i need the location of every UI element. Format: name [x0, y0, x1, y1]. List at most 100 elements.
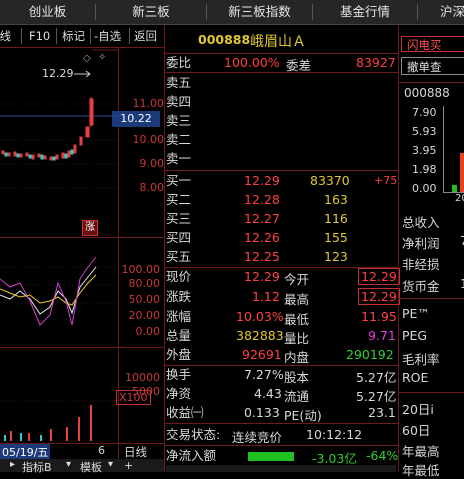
divider: [399, 392, 464, 393]
pe-label: PE(动): [284, 408, 322, 423]
stock-name: 峨眉山Ａ: [250, 34, 306, 50]
cancel-order-button[interactable]: 撤单查: [401, 57, 464, 75]
buy3-volume: 116: [324, 211, 348, 226]
net-inflow-pct: -64%: [366, 448, 399, 463]
mini-chart-year: 20: [455, 193, 464, 204]
chart-bottom-tabs: ▸ 指标B ▾ 模板 ▾ +: [0, 459, 164, 475]
year-high-label: 年最高: [402, 444, 440, 459]
kdj-indicator-lines: [0, 256, 118, 326]
date-number: 6: [98, 444, 105, 457]
price-label: 现价: [166, 269, 192, 284]
turnover-value: 7.27%: [244, 367, 284, 382]
pe-ttm-label: PE™: [402, 306, 430, 321]
volume-ratio-label: 量比: [284, 331, 310, 346]
kline-chart-panel[interactable]: ◇ ✧ 12.29 11.00 10.22 10.00 9.00 8.00 涨 …: [0, 47, 165, 475]
divider: [165, 53, 398, 54]
dropdown-icon[interactable]: ▾: [66, 459, 71, 470]
sell4-label: 卖四: [166, 94, 192, 109]
net-inflow-bar: [248, 452, 294, 461]
indicator-tick: 80.00: [128, 277, 161, 290]
turnover-label: 换手: [166, 367, 192, 382]
net-profit-label: 净利润: [402, 236, 440, 251]
tab-neeq-index[interactable]: 新三板指数: [207, 0, 312, 24]
non-recurring-label: 非经损: [402, 257, 440, 272]
net-asset-value: 4.43: [254, 386, 282, 401]
buy3-label: 买三: [166, 211, 192, 226]
template-tab[interactable]: 模板: [80, 459, 102, 475]
peg-label: PEG: [402, 328, 428, 343]
play-icon[interactable]: ▸: [10, 459, 15, 470]
buy1-price: 12.29: [244, 173, 280, 188]
year-low-label: 年最低: [402, 463, 440, 478]
volume-unit-label: X100: [116, 390, 151, 405]
limit-up-tag: 涨: [82, 220, 98, 236]
indicator-tick: 20.00: [128, 309, 161, 322]
share-capital-value: 5.27亿: [356, 370, 397, 385]
mini-chart-axis: [443, 106, 444, 192]
f10-button[interactable]: F10: [29, 26, 50, 46]
price-tick: 11.00: [132, 97, 165, 110]
buy2-price: 12.28: [244, 192, 280, 207]
truncated-row: [166, 465, 396, 472]
buy1-label: 买一: [166, 173, 192, 188]
mini-chart-tick: 0.00: [412, 182, 437, 195]
trade-status-value: 连续竞价: [232, 430, 283, 445]
indicator-tick: 50.00: [128, 293, 161, 306]
divider: [165, 170, 398, 171]
volume-value: 382883: [236, 328, 284, 343]
toolbar-divider: [90, 28, 91, 44]
float-value: 5.27亿: [356, 389, 397, 404]
date-cursor-label: 05/19/五: [0, 444, 51, 460]
dropdown-icon[interactable]: ▾: [108, 459, 113, 470]
tab-fund-quotes[interactable]: 基金行情: [313, 0, 417, 24]
tab-shanghai-shenzhen[interactable]: 沪深: [418, 0, 464, 24]
cash-label: 货币金: [402, 279, 440, 294]
divider: [165, 445, 398, 446]
20day-label: 20日i: [402, 402, 434, 417]
mini-chart-tick: 3.95: [412, 144, 437, 157]
cash-value: 1: [460, 276, 464, 291]
weibi-label: 委比: [166, 55, 192, 70]
mini-chart-bar: [452, 185, 457, 192]
back-button[interactable]: 返回: [134, 26, 157, 46]
inner-label: 内盘: [284, 350, 310, 365]
gross-margin-label: 毛利率: [402, 352, 440, 367]
buy5-volume: 123: [324, 249, 348, 264]
toolbar-divider: [21, 28, 22, 44]
indicator-tick: 0.00: [135, 325, 161, 338]
stock-code: 000888: [198, 32, 251, 47]
buy4-price: 12.26: [244, 230, 280, 245]
net-profit-value: 7: [460, 233, 464, 248]
tab-chinext[interactable]: 创业板: [0, 0, 95, 24]
volume-bars: [0, 400, 118, 441]
period-selector[interactable]: 日线: [124, 444, 147, 460]
change-label: 涨跌: [166, 289, 192, 304]
sell3-label: 卖三: [166, 113, 192, 128]
divider: [165, 72, 398, 73]
divider: [165, 365, 398, 366]
buy1-change: +75: [374, 174, 398, 187]
add-tab-button[interactable]: +: [124, 459, 133, 472]
price-tick: 10.00: [132, 133, 165, 146]
sell5-label: 卖五: [166, 75, 192, 90]
flash-buy-button[interactable]: 闪电买: [401, 36, 464, 52]
tab-neeq[interactable]: 新三板: [96, 0, 206, 24]
share-capital-label: 股本: [284, 370, 310, 385]
eps-label: 收益㈠: [166, 405, 204, 420]
toolbar-divider: [56, 28, 57, 44]
chart-divider: [0, 237, 164, 238]
mark-button[interactable]: 标记: [62, 26, 85, 46]
high-value: 12.29: [358, 288, 400, 305]
mini-chart-tick: 1.98: [412, 163, 437, 176]
weicha-value: 83927: [356, 55, 396, 70]
self-select-button[interactable]: -自选: [94, 26, 121, 46]
buy4-label: 买四: [166, 230, 192, 245]
candlestick-series: [0, 49, 118, 189]
curve-button[interactable]: 曲线: [0, 26, 11, 46]
market-tab-bar: 创业板 新三板 新三板指数 基金行情 沪深: [0, 0, 464, 25]
eps-value: 0.133: [244, 405, 280, 420]
indicator-b-tab[interactable]: 指标B: [22, 459, 52, 475]
float-label: 流通: [284, 389, 310, 404]
price-value: 12.29: [244, 269, 280, 284]
current-price-tag: 10.22: [112, 111, 160, 127]
